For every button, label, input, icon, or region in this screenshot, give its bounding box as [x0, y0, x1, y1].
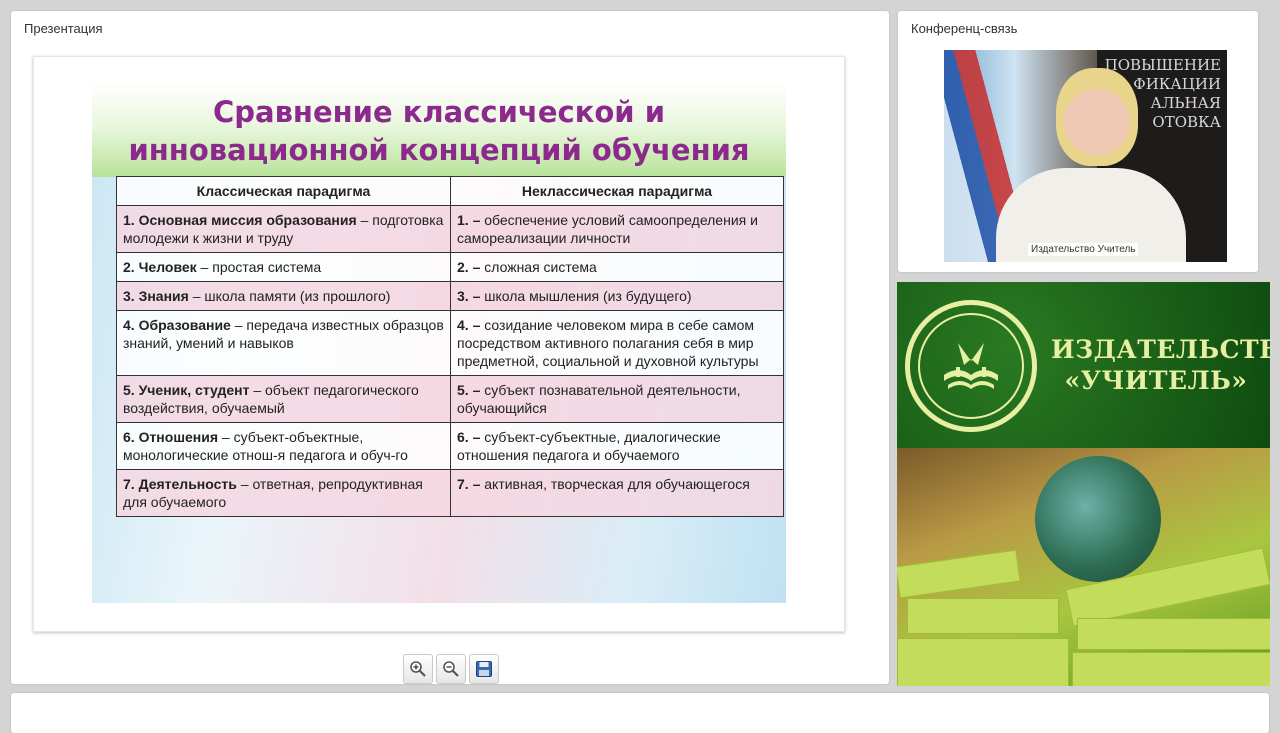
header-nonclassic: Неклассическая парадигма [450, 176, 784, 206]
comparison-table: Классическая парадигма Неклассическая па… [116, 176, 784, 517]
presentation-panel-title: Презентация [24, 21, 103, 36]
table-row: 1. Основная миссия образования – подгото… [116, 205, 784, 253]
globe-illustration [1035, 456, 1161, 582]
video-feed[interactable]: ПОВЫШЕНИЕ ФИКАЦИИ АЛЬНАЯ ОТОВКА Издатель… [944, 50, 1227, 262]
table-row: 5. Ученик, студент – объект педагогическ… [116, 375, 784, 423]
slide-title: Сравнение классической и инновационной к… [92, 93, 786, 169]
table-cell-nonclassic: 3. – школа мышления (из будущего) [450, 281, 784, 311]
table-cell-nonclassic: 2. – сложная система [450, 252, 784, 282]
cell-term: 4. Образование [123, 317, 231, 333]
zoom-out-button[interactable] [436, 654, 466, 684]
cell-text: – школа памяти (из прошлого) [188, 288, 391, 304]
cell-text: обеспечение условий самоопределения и са… [457, 212, 758, 246]
zoom-in-icon [410, 661, 426, 677]
cell-text: – простая система [196, 259, 322, 275]
table-row: 3. Знания – школа памяти (из прошлого) 3… [116, 281, 784, 311]
table-cell-nonclassic: 5. – субъект познавательной деятельности… [450, 375, 784, 423]
cell-term: 4. – [457, 317, 481, 333]
cell-text: субъект-субъектные, диалогические отноше… [457, 429, 721, 463]
slide: Сравнение классической и инновационной к… [92, 83, 786, 603]
book-illustration [1077, 618, 1270, 650]
table-cell-nonclassic: 1. – обеспечение условий самоопределения… [450, 205, 784, 253]
table-cell-nonclassic: 6. – субъект-субъектные, диалогические о… [450, 422, 784, 470]
book-logo-icon [918, 313, 1024, 419]
cell-term: 5. Ученик, студент [123, 382, 250, 398]
table-cell-classic: 2. Человек – простая система [116, 252, 451, 282]
cell-text: школа мышления (из будущего) [480, 288, 692, 304]
cell-text: созидание человеком мира в себе самом по… [457, 317, 759, 369]
cell-term: 1. Основная миссия образования [123, 212, 357, 228]
table-header-row: Классическая парадигма Неклассическая па… [116, 176, 784, 206]
book-illustration [907, 598, 1059, 634]
cell-term: 3. – [457, 288, 481, 304]
slide-title-line-1: Сравнение классической и [212, 95, 666, 129]
bottom-panel [11, 693, 1269, 733]
table-row: 2. Человек – простая система 2. – сложна… [116, 252, 784, 282]
cell-term: 7. – [457, 476, 481, 492]
publisher-name-line-1: ИЗДАТЕЛЬСТВО [1051, 335, 1270, 364]
slide-viewer: Сравнение классической и инновационной к… [33, 56, 845, 632]
table-row: 7. Деятельность – ответная, репродуктивн… [116, 469, 784, 517]
cell-term: 3. Знания [123, 288, 189, 304]
video-participant-label: Издательство Учитель [1028, 243, 1139, 256]
slide-title-line-2: инновационной концепций обучения [128, 133, 750, 167]
cell-term: 5. – [457, 382, 481, 398]
table-cell-classic: 5. Ученик, студент – объект педагогическ… [116, 375, 451, 423]
book-illustration [897, 638, 1069, 686]
publisher-logo [905, 300, 1037, 432]
table-cell-classic: 7. Деятельность – ответная, репродуктивн… [116, 469, 451, 517]
table-cell-nonclassic: 4. – созидание человеком мира в себе сам… [450, 310, 784, 376]
table-row: 4. Образование – передача известных обра… [116, 310, 784, 376]
cell-term: 6. – [457, 429, 481, 445]
cell-text: активная, творческая для обучающегося [480, 476, 750, 492]
header-classic: Классическая парадигма [116, 176, 451, 206]
book-illustration [897, 549, 1021, 599]
publisher-name: ИЗДАТЕЛЬСТВО «УЧИТЕЛЬ» [1051, 334, 1270, 396]
zoom-in-button[interactable] [403, 654, 433, 684]
logo-mark-icon [944, 343, 998, 389]
conference-panel: Конференц-связь ПОВЫШЕНИЕ ФИКАЦИИ АЛЬНАЯ… [898, 11, 1258, 272]
conference-panel-title: Конференц-связь [911, 21, 1018, 36]
save-icon [476, 661, 492, 677]
cell-term: 1. – [457, 212, 481, 228]
table-row: 6. Отношения – субъект-объектные, моноло… [116, 422, 784, 470]
cell-term: 6. Отношения [123, 429, 219, 445]
banner-photo [897, 448, 1270, 686]
table-cell-classic: 3. Знания – школа памяти (из прошлого) [116, 281, 451, 311]
table-cell-classic: 1. Основная миссия образования – подгото… [116, 205, 451, 253]
table-cell-classic: 6. Отношения – субъект-объектные, моноло… [116, 422, 451, 470]
book-illustration [1072, 652, 1270, 686]
publisher-banner: ИЗДАТЕЛЬСТВО «УЧИТЕЛЬ» [897, 282, 1270, 686]
table-cell-nonclassic: 7. – активная, творческая для обучающего… [450, 469, 784, 517]
publisher-name-line-2: «УЧИТЕЛЬ» [1064, 366, 1248, 395]
banner-top: ИЗДАТЕЛЬСТВО «УЧИТЕЛЬ» [897, 282, 1270, 448]
cell-text: сложная система [480, 259, 597, 275]
cell-term: 2. – [457, 259, 481, 275]
speaker-head [1056, 68, 1138, 166]
cell-term: 2. Человек [123, 259, 197, 275]
save-button[interactable] [469, 654, 499, 684]
cell-term: 7. Деятельность [123, 476, 237, 492]
presentation-panel: Презентация Сравнение классической и инн… [11, 11, 889, 684]
cell-text: субъект познавательной деятельности, обу… [457, 382, 741, 416]
table-cell-classic: 4. Образование – передача известных обра… [116, 310, 451, 376]
zoom-out-icon [443, 661, 459, 677]
